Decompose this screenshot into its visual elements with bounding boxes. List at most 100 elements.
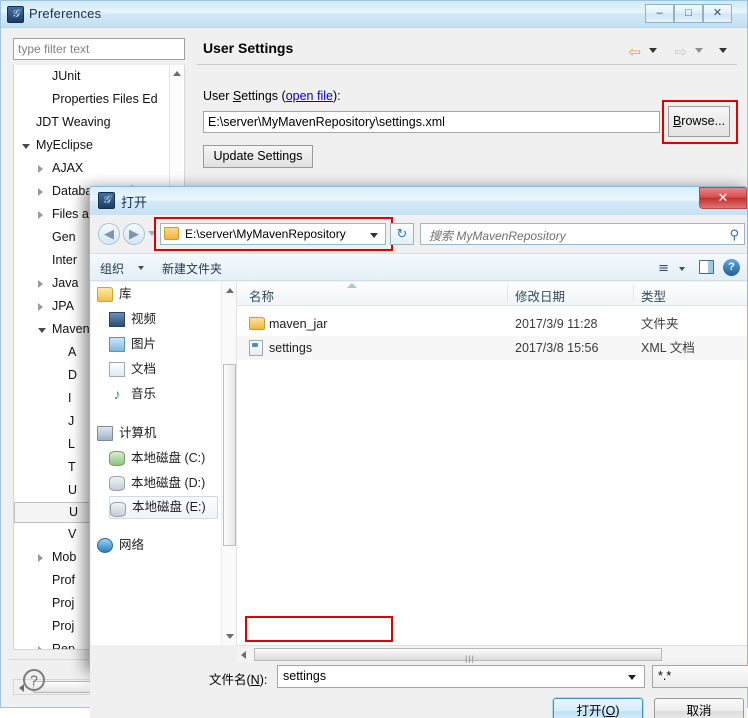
pictures-icon <box>109 337 125 352</box>
help-icon[interactable]: ? <box>723 259 740 276</box>
new-folder-button[interactable]: 新建文件夹 <box>162 260 222 277</box>
chevron-down-icon[interactable] <box>38 328 46 333</box>
tree-item-label: D <box>68 368 78 382</box>
file-row[interactable]: settings 2017/3/8 15:56 XML 文档 <box>237 336 747 360</box>
nav-pane-item-library[interactable]: 库 <box>97 282 218 307</box>
tree-item-label: J <box>68 414 75 428</box>
file-type-filter-value: *.* <box>658 669 672 683</box>
nav-pane-scrollbar[interactable] <box>221 282 236 645</box>
tree-item-label: U <box>69 505 79 519</box>
page-title: User Settings <box>203 40 294 56</box>
dialog-close-button[interactable]: ✕ <box>699 187 747 209</box>
chevron-right-icon[interactable] <box>38 280 43 288</box>
chevron-right-icon[interactable] <box>38 554 43 562</box>
tree-item-label: A <box>68 345 77 359</box>
file-list-pane[interactable]: 名称 修改日期 类型 maven_jar 2017/3/9 11:28 文件夹 set… <box>237 282 747 645</box>
user-settings-path-input[interactable]: E:\server\MyMavenRepository\settings.xml <box>203 111 660 133</box>
file-modified-date: 2017/3/9 11:28 <box>515 317 598 331</box>
nav-pane-item-label: 本地磁盘 (D:) <box>131 476 206 490</box>
tree-item-myeclipse[interactable]: MyEclipse <box>14 134 184 157</box>
search-icon: ⚲ <box>729 227 739 242</box>
close-button[interactable]: ✕ <box>703 4 732 23</box>
nav-pane-item-documents[interactable]: 文档 <box>109 357 218 382</box>
nav-pane-item-label: 计算机 <box>119 426 157 440</box>
file-row[interactable]: maven_jar 2017/3/9 11:28 文件夹 <box>237 312 747 336</box>
search-input[interactable]: 搜索 MyMavenRepository ⚲ <box>420 223 745 245</box>
settings-row-highlight-box <box>245 616 393 642</box>
nav-pane-item-network[interactable]: 网络 <box>97 533 218 558</box>
video-icon <box>109 312 125 327</box>
tree-item-junit[interactable]: JUnit <box>14 65 184 88</box>
tree-item-ajax[interactable]: AJAX <box>14 157 184 180</box>
nav-pane-item-pictures[interactable]: 图片 <box>109 332 218 357</box>
view-chevron-down-icon[interactable] <box>679 267 685 271</box>
music-icon: ♪ <box>113 386 121 402</box>
address-highlight-box <box>154 217 393 251</box>
filter-text-input[interactable]: type filter text <box>13 38 185 60</box>
help-icon[interactable]: ? <box>23 669 45 691</box>
organize-chevron-down-icon[interactable] <box>138 266 144 270</box>
forward-arrow-icon[interactable]: ⇨ <box>674 43 687 61</box>
filename-chevron-down-icon[interactable] <box>628 675 636 680</box>
nav-pane-item-video[interactable]: 视频 <box>109 307 218 332</box>
file-name: settings <box>269 341 313 355</box>
nav-pane-item-computer[interactable]: 计算机 <box>97 421 218 446</box>
column-separator[interactable] <box>633 285 634 302</box>
maximize-button[interactable]: □ <box>674 4 703 23</box>
chevron-right-icon[interactable] <box>38 646 43 649</box>
nav-pane-item-drive-c[interactable]: 本地磁盘 (C:) <box>109 446 218 471</box>
search-placeholder: 搜索 MyMavenRepository <box>429 229 566 243</box>
file-type: 文件夹 <box>641 317 679 331</box>
nav-pane-item-music[interactable]: ♪ 音乐 <box>109 382 218 407</box>
tree-item-label: Rep <box>52 642 75 650</box>
column-header-name[interactable]: 名称 <box>249 286 274 305</box>
scroll-up-icon[interactable] <box>173 71 181 76</box>
open-file-link[interactable]: open file <box>286 89 333 103</box>
dialog-cancel-button[interactable]: 取消 <box>654 698 744 718</box>
column-header-date[interactable]: 修改日期 <box>515 286 565 305</box>
navigate-forward-icon[interactable]: ▶ <box>123 223 145 245</box>
filename-input[interactable]: settings <box>277 665 645 688</box>
back-arrow-icon[interactable]: ⇦ <box>628 43 641 61</box>
navigate-back-icon[interactable]: ◀ <box>98 223 120 245</box>
xml-file-icon <box>249 340 263 356</box>
navigation-pane[interactable]: 库视频 图片文档 ♪ 音乐计算机本地磁盘 (C:) 本地磁盘 (D:) 本地磁盘 (E:)… <box>91 282 237 645</box>
dialog-title: 打开 <box>121 195 148 210</box>
chevron-right-icon[interactable] <box>38 165 43 173</box>
tree-item-label: Maven <box>52 322 90 336</box>
open-button[interactable]: 打开(O) <box>552 697 644 718</box>
minimize-button[interactable]: – <box>645 4 674 23</box>
column-separator[interactable] <box>507 285 508 302</box>
chevron-right-icon[interactable] <box>38 303 43 311</box>
update-settings-button[interactable]: Update Settings <box>203 145 313 168</box>
scroll-down-icon[interactable] <box>226 634 234 639</box>
chevron-right-icon[interactable] <box>38 211 43 219</box>
scroll-left-icon[interactable] <box>19 684 24 692</box>
forward-history-chevron-down-icon[interactable] <box>695 48 703 53</box>
view-list-icon[interactable]: ≡ <box>658 261 669 276</box>
tree-item-jdt-weaving[interactable]: JDT Weaving <box>14 111 184 134</box>
menu-chevron-down-icon[interactable] <box>719 48 727 53</box>
nav-pane-item-drive-d[interactable]: 本地磁盘 (D:) <box>109 471 218 496</box>
nav-pane-item-label: 本地磁盘 (C:) <box>131 451 206 465</box>
chevron-right-icon[interactable] <box>38 188 43 196</box>
tree-item-label: Gen <box>52 230 76 244</box>
preview-pane-icon[interactable] <box>699 260 714 274</box>
nav-pane-item-drive-e[interactable]: 本地磁盘 (E:) <box>109 496 218 519</box>
refresh-icon[interactable]: ↻ <box>390 223 414 245</box>
dialog-footer: 文件名(N): settings *.* 打开(O) 取消 <box>90 663 748 718</box>
scroll-left-icon[interactable] <box>241 651 246 659</box>
scroll-thumb[interactable] <box>223 364 236 546</box>
drive-c-icon <box>109 451 125 466</box>
organize-button[interactable]: 组织 <box>100 260 124 277</box>
nav-pane-item-label: 文档 <box>131 362 157 376</box>
file-list-column-header: 名称 修改日期 类型 <box>237 282 747 306</box>
column-header-type[interactable]: 类型 <box>641 286 666 305</box>
scroll-up-icon[interactable] <box>226 288 234 293</box>
scroll-thumb[interactable]: ||| <box>254 648 662 664</box>
tree-item-properties-files-ed[interactable]: Properties Files Ed <box>14 88 184 111</box>
file-list-horizontal-scrollbar[interactable]: ||| <box>237 645 747 664</box>
file-type-filter-combo[interactable]: *.* <box>652 665 748 688</box>
back-history-chevron-down-icon[interactable] <box>649 48 657 53</box>
chevron-down-icon[interactable] <box>22 144 30 149</box>
